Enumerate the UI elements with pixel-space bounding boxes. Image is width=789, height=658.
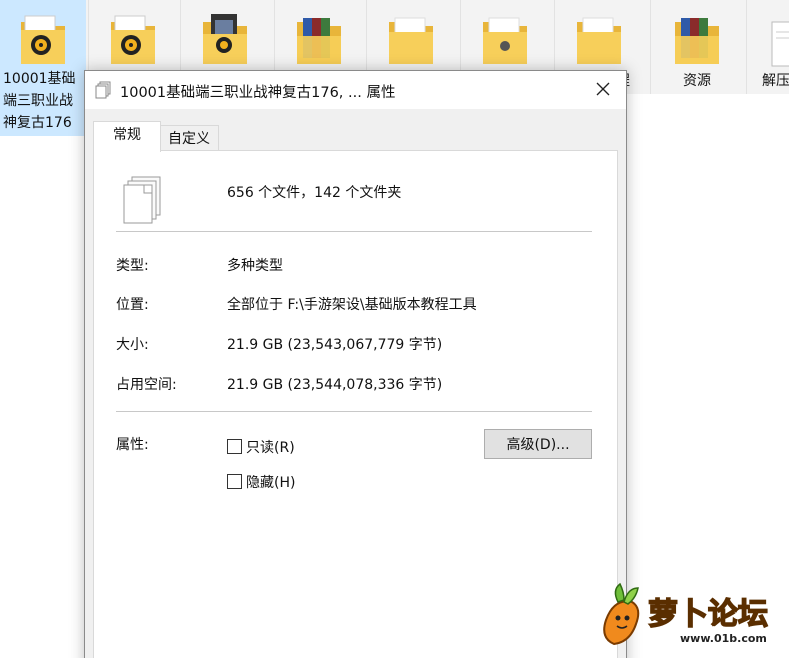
forum-watermark-logo: 萝卜论坛 www.01b.com: [603, 582, 769, 646]
file-item-label: 资源: [683, 73, 711, 89]
properties-dialog: 10001基础端三职业战神复古176, ... 属性 常规 自定义 656 个文…: [84, 70, 627, 658]
folder-media-icon: [21, 15, 65, 64]
file-item[interactable]: 资源: [654, 0, 740, 94]
folder-media-icon: [111, 15, 155, 64]
document-icon: [771, 21, 789, 67]
file-item[interactable]: 解压: [748, 0, 789, 94]
file-item-label: 10001基础端三职业战神复古176: [3, 71, 76, 131]
type-label: 类型:: [116, 258, 149, 274]
size-label: 大小:: [116, 337, 149, 353]
folder-book-icon: [203, 14, 247, 64]
hidden-label: 隐藏(H): [246, 475, 296, 491]
location-value: 全部位于 F:\手游架设\基础版本教程工具: [227, 297, 477, 313]
tab-general[interactable]: 常规: [93, 121, 161, 152]
readonly-label: 只读(R): [246, 440, 295, 456]
watermark-url: www.01b.com: [680, 632, 767, 645]
separator: [650, 0, 651, 94]
location-label: 位置:: [116, 297, 149, 313]
close-button[interactable]: [580, 71, 626, 109]
close-icon: [596, 82, 610, 96]
divider: [116, 411, 592, 412]
checkbox-box[interactable]: [227, 474, 242, 489]
dialog-title: 10001基础端三职业战神复古176, ... 属性: [120, 85, 396, 101]
general-tab-panel: 656 个文件，142 个文件夹 类型: 多种类型 位置: 全部位于 F:\手游…: [93, 150, 618, 658]
checkbox-box[interactable]: [227, 439, 242, 454]
folder-icon: [389, 17, 433, 64]
folder-archive-icon: [675, 18, 719, 64]
watermark-text: 萝卜论坛: [648, 597, 768, 632]
attributes-label: 属性:: [116, 437, 149, 453]
multi-file-icon: [123, 176, 161, 224]
file-item-label: 解压: [762, 73, 789, 89]
type-value: 多种类型: [227, 258, 283, 274]
separator: [746, 0, 747, 94]
disk-size-value: 21.9 GB (23,544,078,336 字节): [227, 377, 443, 393]
disk-size-label: 占用空间:: [116, 377, 177, 393]
size-value: 21.9 GB (23,543,067,779 字节): [227, 337, 443, 353]
folder-archive-icon: [297, 18, 341, 64]
divider: [116, 231, 592, 232]
folder-icon: [577, 17, 621, 64]
summary-text: 656 个文件，142 个文件夹: [227, 185, 402, 201]
desktop: 10001基础端三职业战神复古176 资源 解压 10001基础端三职业战神复古…: [0, 0, 789, 658]
file-item-selected[interactable]: 10001基础端三职业战神复古176: [0, 0, 86, 136]
dialog-titlebar[interactable]: 10001基础端三职业战神复古176, ... 属性: [85, 71, 626, 109]
carrot-mascot-icon: [603, 582, 640, 646]
advanced-button[interactable]: 高级(D)...: [484, 429, 592, 459]
dialog-body: 常规 自定义 656 个文件，142 个文件夹 类型: 多种类型 位置: 全部位…: [85, 109, 626, 658]
folder-docs-icon: [483, 17, 527, 64]
multi-file-icon: [95, 81, 111, 99]
tab-custom[interactable]: 自定义: [159, 125, 219, 152]
